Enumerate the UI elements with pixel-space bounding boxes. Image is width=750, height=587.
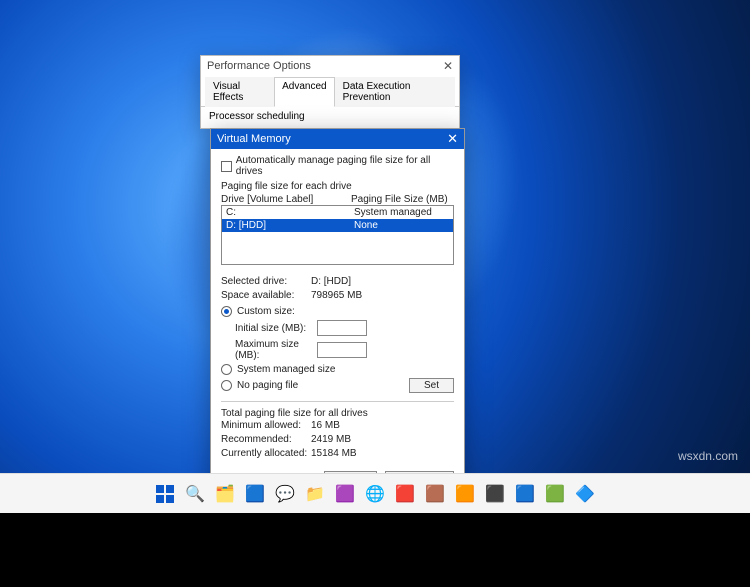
drive-row-c[interactable]: C: System managed (222, 206, 453, 219)
initial-size-input[interactable] (317, 320, 367, 336)
selected-drive-label: Selected drive: (221, 275, 311, 289)
drive-label: C: (226, 207, 354, 218)
initial-size-label: Initial size (MB): (221, 323, 311, 334)
close-icon[interactable]: ✕ (443, 59, 453, 73)
vm-title: Virtual Memory (217, 133, 291, 145)
set-button[interactable]: Set (409, 378, 454, 393)
paging-group-label: Paging file size for each drive (221, 181, 454, 192)
drive-size: System managed (354, 207, 432, 218)
drive-col-header: Drive [Volume Label] (221, 194, 351, 205)
auto-manage-checkbox[interactable] (221, 161, 232, 172)
tab-advanced[interactable]: Advanced (274, 77, 334, 107)
maximum-size-input[interactable] (317, 342, 367, 358)
no-paging-radio[interactable] (221, 380, 232, 391)
size-col-header: Paging File Size (MB) (351, 194, 448, 205)
pinned-app-icon[interactable]: 🔷 (573, 482, 597, 506)
pinned-app-icon[interactable]: 🟩 (543, 482, 567, 506)
perf-tabs: Visual Effects Advanced Data Execution P… (201, 76, 459, 107)
system-managed-label: System managed size (237, 364, 335, 375)
drive-label: D: [HDD] (226, 220, 354, 231)
chat-icon[interactable]: 💬 (273, 482, 297, 506)
system-managed-radio[interactable] (221, 364, 232, 375)
currently-allocated-value: 15184 MB (311, 447, 357, 461)
vm-titlebar[interactable]: Virtual Memory ✕ (211, 129, 464, 149)
drive-size: None (354, 220, 378, 231)
minimum-allowed-value: 16 MB (311, 419, 340, 433)
start-icon[interactable] (153, 482, 177, 506)
explorer-icon[interactable]: 📁 (303, 482, 327, 506)
tab-dep[interactable]: Data Execution Prevention (335, 77, 455, 107)
performance-options-title: Performance Options (207, 60, 311, 72)
maximum-size-label: Maximum size (MB): (221, 339, 311, 361)
recommended-value: 2419 MB (311, 433, 351, 447)
currently-allocated-label: Currently allocated: (221, 447, 311, 461)
widgets-icon[interactable]: 🟦 (243, 482, 267, 506)
no-paging-label: No paging file (237, 380, 298, 391)
task-view-icon[interactable]: 🗂️ (213, 482, 237, 506)
virtual-memory-dialog: Virtual Memory ✕ Automatically manage pa… (210, 128, 465, 499)
minimum-allowed-label: Minimum allowed: (221, 419, 311, 433)
performance-options-titlebar[interactable]: Performance Options ✕ (201, 56, 459, 76)
space-available-value: 798965 MB (311, 289, 362, 303)
edge-icon[interactable]: 🌐 (363, 482, 387, 506)
pinned-app-icon[interactable]: 🟪 (333, 482, 357, 506)
pinned-app-icon[interactable]: 🟦 (513, 482, 537, 506)
processor-scheduling-label: Processor scheduling (201, 107, 459, 126)
search-icon[interactable]: 🔍 (183, 482, 207, 506)
totals-label: Total paging file size for all drives (221, 408, 454, 419)
close-icon[interactable]: ✕ (447, 131, 458, 147)
space-available-label: Space available: (221, 289, 311, 303)
selected-drive-value: D: [HDD] (311, 275, 351, 289)
auto-manage-label: Automatically manage paging file size fo… (236, 155, 454, 177)
pinned-app-icon[interactable]: 🟫 (423, 482, 447, 506)
watermark: wsxdn.com (678, 449, 738, 463)
pinned-app-icon[interactable]: ⬛ (483, 482, 507, 506)
tab-visual-effects[interactable]: Visual Effects (205, 77, 274, 107)
recommended-label: Recommended: (221, 433, 311, 447)
pinned-app-icon[interactable]: 🟧 (453, 482, 477, 506)
taskbar: 🔍 🗂️ 🟦 💬 📁 🟪 🌐 🟥 🟫 🟧 ⬛ 🟦 🟩 🔷 (0, 473, 750, 513)
pinned-app-icon[interactable]: 🟥 (393, 482, 417, 506)
custom-size-radio[interactable] (221, 306, 232, 317)
performance-options-window: Performance Options ✕ Visual Effects Adv… (200, 55, 460, 129)
drive-list[interactable]: C: System managed D: [HDD] None (221, 205, 454, 265)
drive-row-d[interactable]: D: [HDD] None (222, 219, 453, 232)
custom-size-label: Custom size: (237, 306, 295, 317)
